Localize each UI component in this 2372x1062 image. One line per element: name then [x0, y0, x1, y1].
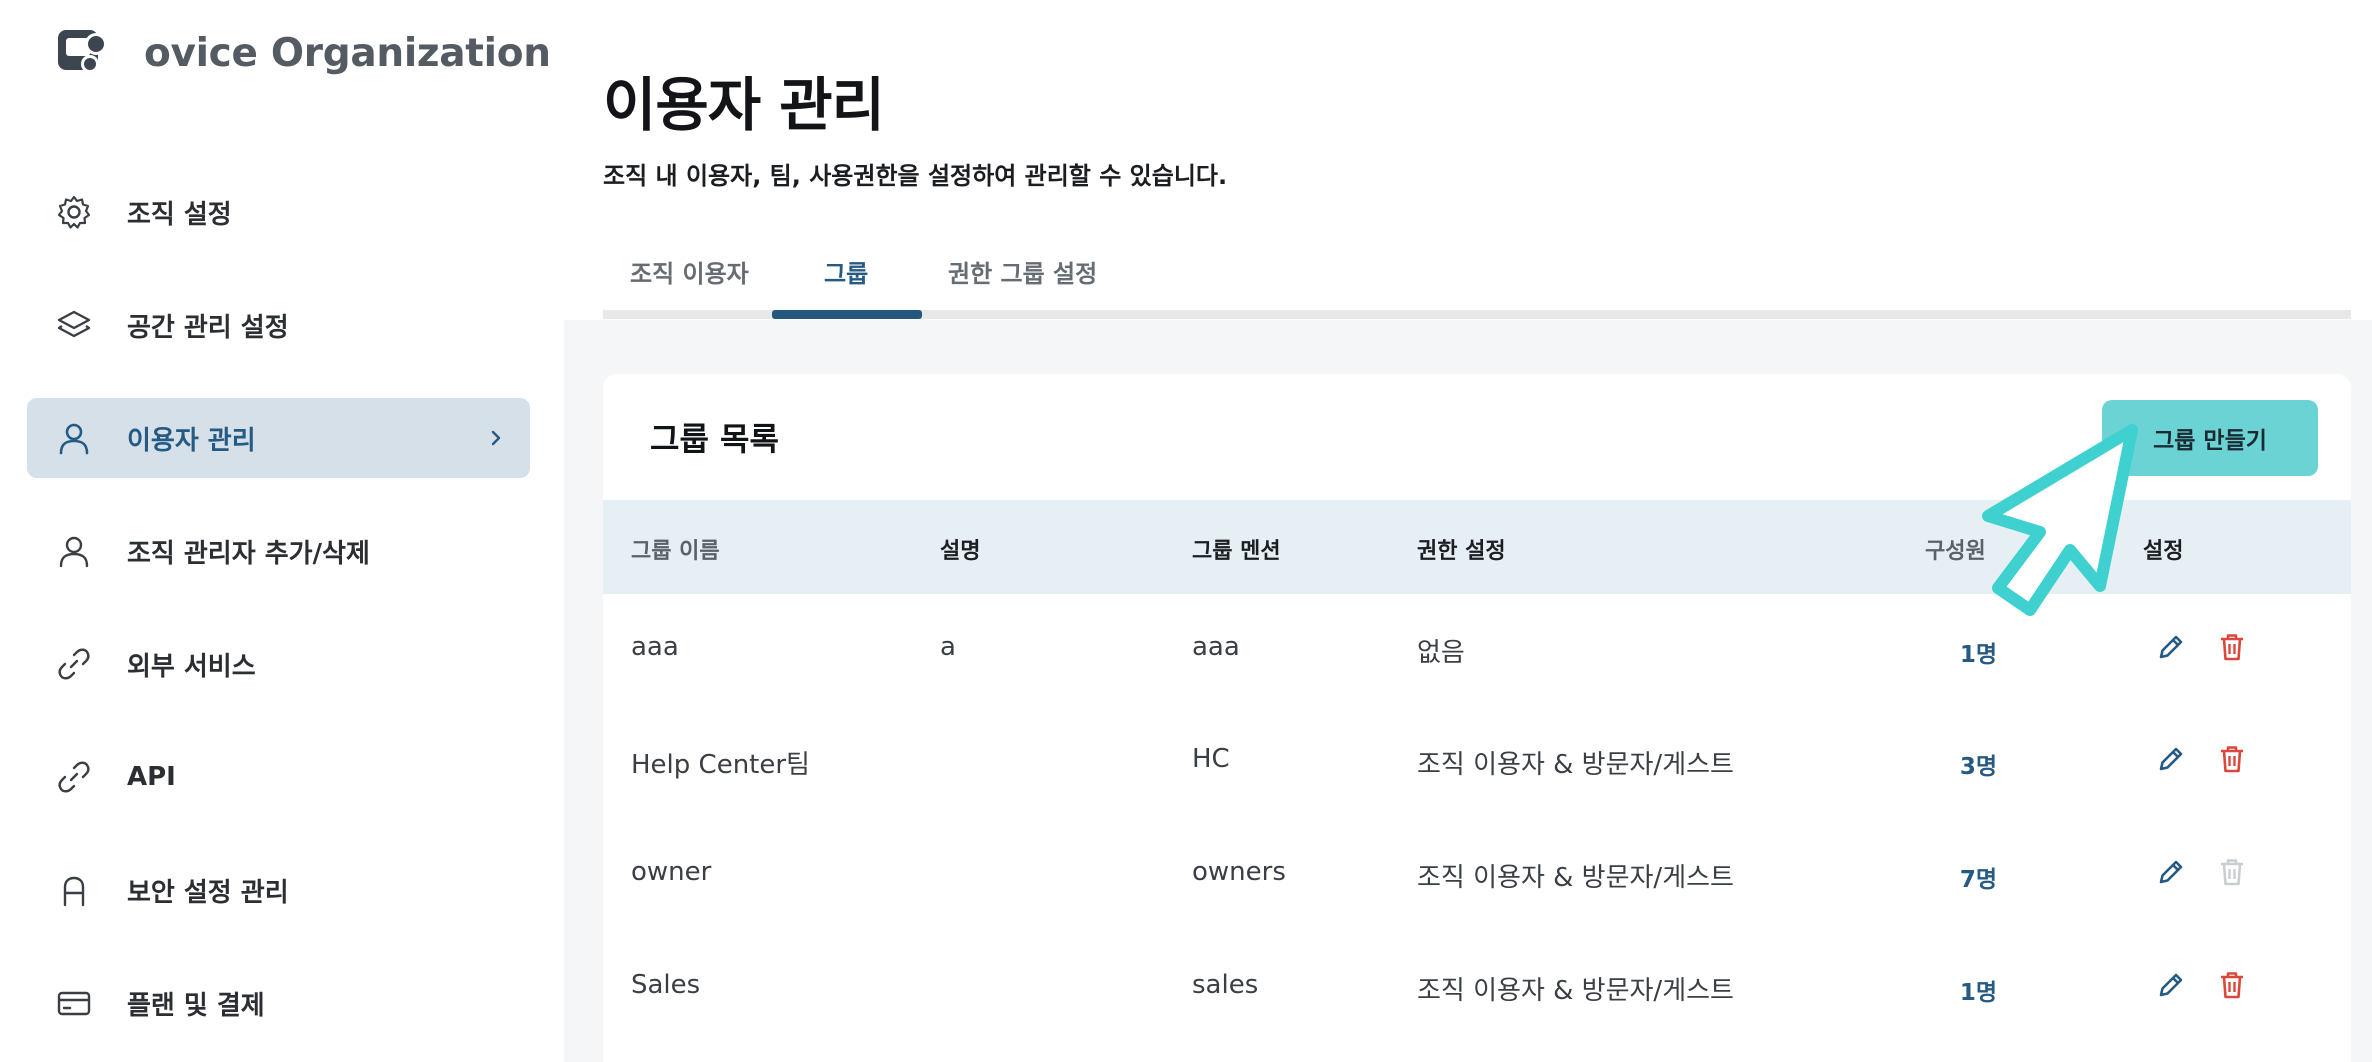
card-icon	[57, 991, 91, 1016]
sidebar-item-label: 조직 관리자 추가/삭제	[127, 538, 370, 569]
column-header-name: 그룹 이름	[631, 539, 720, 564]
group-name: owner	[631, 857, 712, 887]
edit-pencil-icon[interactable]	[2154, 742, 2188, 776]
column-header-settings: 설정	[2143, 539, 2184, 564]
user-icon	[59, 423, 89, 455]
page-title: 이용자 관리	[603, 71, 885, 139]
group-permission: 조직 이용자 & 방문자/게스트	[1417, 863, 1734, 893]
tab-groups[interactable]: 그룹	[824, 254, 868, 289]
tab-permission-groups[interactable]: 권한 그룹 설정	[948, 254, 1097, 289]
chevron-right-icon	[491, 430, 501, 446]
app-window: ovice Organization 조직 설정 공간 관리 설정 이용자 관리	[0, 0, 2372, 1062]
sidebar: ovice Organization 조직 설정 공간 관리 설정 이용자 관리	[0, 0, 560, 1062]
layers-icon	[57, 310, 91, 338]
sidebar-item-security[interactable]: 보안 설정 관리	[27, 850, 530, 930]
gear-icon	[57, 195, 91, 229]
group-member-count[interactable]: 1명	[1917, 973, 1997, 1007]
group-permission: 조직 이용자 & 방문자/게스트	[1417, 750, 1734, 780]
group-name: Help Center팀	[631, 750, 810, 780]
sidebar-item-plan-billing[interactable]: 플랜 및 결제	[27, 963, 530, 1043]
table-row: owner owners 조직 이용자 & 방문자/게스트 7명	[603, 819, 2351, 931]
group-permission: 없음	[1417, 638, 1465, 668]
lock-icon	[63, 876, 85, 907]
delete-trash-icon[interactable]	[2215, 968, 2249, 1002]
group-mention: sales	[1192, 970, 1259, 1000]
group-permission: 조직 이용자 & 방문자/게스트	[1417, 976, 1734, 1006]
group-mention: aaa	[1192, 632, 1240, 662]
table-row: Sales sales 조직 이용자 & 방문자/게스트 1명	[603, 932, 2351, 1044]
sidebar-item-api[interactable]: API	[27, 737, 530, 817]
sidebar-item-label: 공간 관리 설정	[127, 312, 289, 343]
group-member-count[interactable]: 7명	[1917, 860, 1997, 894]
org-logo-icon	[58, 30, 107, 73]
delete-trash-icon[interactable]	[2215, 630, 2249, 664]
org-name: ovice Organization	[144, 30, 551, 76]
page-description: 조직 내 이용자, 팀, 사용권한을 설정하여 관리할 수 있습니다.	[603, 162, 1228, 190]
org-header: ovice Organization	[52, 24, 551, 82]
sidebar-item-label: 외부 서비스	[127, 651, 256, 682]
group-mention: owners	[1192, 857, 1286, 887]
sidebar-item-org-settings[interactable]: 조직 설정	[27, 172, 530, 252]
edit-pencil-icon[interactable]	[2154, 968, 2188, 1002]
sidebar-item-label: 이용자 관리	[127, 425, 256, 456]
tab-bar: 조직 이용자 그룹 권한 그룹 설정	[603, 248, 2351, 320]
sidebar-item-label: 조직 설정	[127, 199, 232, 230]
sidebar-item-external-services[interactable]: 외부 서비스	[27, 624, 530, 704]
edit-pencil-icon[interactable]	[2154, 855, 2188, 889]
delete-trash-icon[interactable]	[2215, 742, 2249, 776]
column-header-members: 구성원	[1925, 539, 1986, 564]
table-row: Help Center팀 HC 조직 이용자 & 방문자/게스트 3명	[603, 706, 2351, 818]
sidebar-item-space-settings[interactable]: 공간 관리 설정	[27, 285, 530, 365]
link-icon	[58, 648, 90, 680]
active-tab-indicator	[772, 310, 922, 319]
column-header-permission: 권한 설정	[1417, 539, 1506, 564]
group-member-count[interactable]: 1명	[1917, 635, 1997, 669]
sidebar-item-user-management[interactable]: 이용자 관리	[27, 398, 530, 478]
group-member-count[interactable]: 3명	[1917, 747, 1997, 781]
group-description: a	[940, 632, 956, 662]
group-mention: HC	[1192, 744, 1230, 774]
sidebar-item-label: API	[127, 762, 176, 792]
edit-pencil-icon[interactable]	[2154, 630, 2188, 664]
delete-trash-disabled-icon	[2221, 859, 2243, 886]
link-icon	[58, 761, 90, 793]
tab-org-users[interactable]: 조직 이용자	[630, 254, 749, 289]
sidebar-item-label: 플랜 및 결제	[127, 990, 265, 1021]
group-name: aaa	[631, 632, 679, 662]
group-list-title: 그룹 목록	[650, 420, 779, 458]
user-icon	[59, 536, 89, 568]
sidebar-item-label: 보안 설정 관리	[127, 877, 289, 908]
sidebar-item-org-admins[interactable]: 조직 관리자 추가/삭제	[27, 511, 530, 591]
column-header-mention: 그룹 멘션	[1192, 539, 1281, 564]
column-header-description: 설명	[940, 539, 981, 564]
arrow-cursor-icon	[1982, 424, 2138, 616]
group-name: Sales	[631, 970, 701, 1000]
